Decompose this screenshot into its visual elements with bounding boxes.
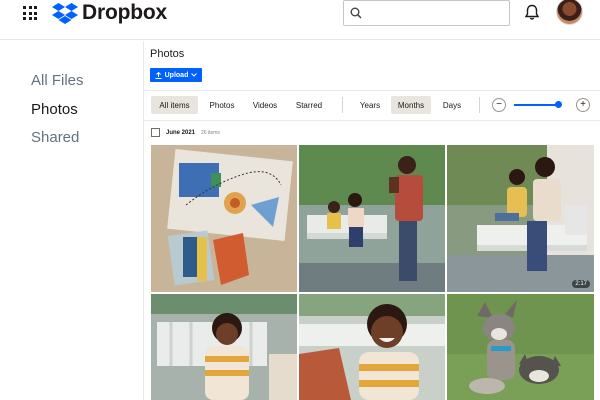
bell-icon: [524, 4, 540, 20]
photo-thumbnail[interactable]: [299, 294, 445, 400]
filter-toolbar: All items Photos Videos Starred Years Mo…: [144, 90, 600, 121]
top-bar: Dropbox: [0, 0, 600, 40]
section-count: 26 items: [201, 129, 220, 136]
main-content: Photos Upload All items Photos Videos St…: [144, 41, 600, 400]
toolbar-separator: [342, 97, 343, 113]
filter-all-items[interactable]: All items: [151, 96, 198, 114]
search-box[interactable]: [343, 0, 510, 26]
section-date: June 2021: [166, 129, 196, 136]
select-section-checkbox[interactable]: [151, 128, 160, 137]
zoom-in-icon[interactable]: +: [576, 98, 590, 112]
search-input[interactable]: [367, 7, 497, 19]
notifications-button[interactable]: [524, 4, 540, 21]
dropbox-logo[interactable]: Dropbox: [52, 1, 167, 25]
zoom-slider-thumb[interactable]: [555, 101, 562, 108]
upload-button[interactable]: Upload: [150, 68, 202, 82]
dropbox-logo-icon: [52, 3, 78, 24]
granularity-months[interactable]: Months: [391, 96, 431, 114]
filter-starred[interactable]: Starred: [288, 96, 330, 114]
granularity-days[interactable]: Days: [435, 96, 469, 114]
filter-videos[interactable]: Videos: [246, 96, 284, 114]
photo-thumbnail[interactable]: [151, 145, 297, 292]
photo-thumbnail[interactable]: [447, 294, 594, 400]
video-duration-badge: 2:17: [572, 280, 590, 288]
brand-name: Dropbox: [82, 1, 167, 24]
zoom-slider[interactable]: [514, 104, 561, 106]
avatar[interactable]: [556, 0, 583, 25]
sidebar-item-all-files[interactable]: All Files: [31, 72, 84, 89]
page-title: Photos: [150, 48, 185, 60]
photo-thumbnail[interactable]: [299, 145, 445, 292]
toolbar-separator: [479, 97, 480, 113]
granularity-years[interactable]: Years: [352, 96, 388, 114]
zoom-out-icon[interactable]: −: [492, 98, 506, 112]
photo-thumbnail[interactable]: 2:17: [447, 145, 594, 292]
upload-icon: [155, 71, 162, 79]
filter-photos[interactable]: Photos: [202, 96, 242, 114]
apps-grid-icon[interactable]: [23, 6, 37, 20]
sidebar: All Files Photos Shared: [0, 41, 143, 400]
chevron-down-icon: [191, 73, 198, 77]
photo-thumbnail[interactable]: [151, 294, 297, 400]
section-header: June 2021 26 items: [151, 128, 220, 137]
sidebar-item-photos[interactable]: Photos: [31, 101, 78, 118]
sidebar-item-shared[interactable]: Shared: [31, 129, 79, 146]
upload-label: Upload: [164, 71, 189, 79]
search-icon: [350, 7, 362, 19]
